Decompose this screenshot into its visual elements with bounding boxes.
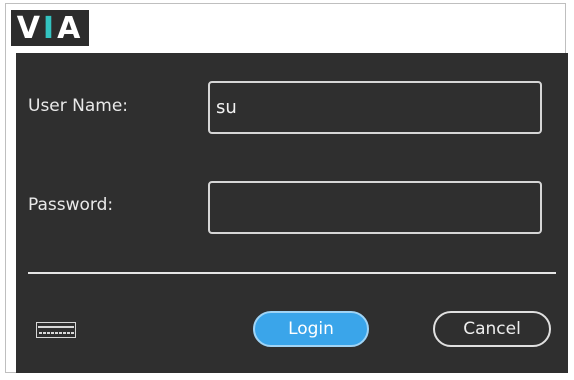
password-label: Password: (28, 195, 114, 215)
password-input[interactable] (208, 181, 542, 234)
logo-letter-v: V (16, 10, 43, 46)
cancel-button[interactable]: Cancel (433, 311, 551, 347)
logo-letter-a: A (57, 10, 84, 46)
cancel-button-label: Cancel (463, 319, 521, 339)
login-button-label: Login (288, 319, 334, 339)
divider (28, 272, 556, 274)
login-window: VIA User Name: Password: Login Cancel (5, 3, 568, 373)
login-button[interactable]: Login (253, 311, 369, 347)
username-label: User Name: (28, 96, 129, 116)
username-input[interactable] (208, 81, 542, 134)
logo-letter-i: I (42, 10, 58, 46)
login-panel: User Name: Password: Login Cancel (16, 53, 568, 373)
via-logo: VIA (11, 10, 89, 46)
keyboard-icon[interactable] (36, 322, 76, 338)
